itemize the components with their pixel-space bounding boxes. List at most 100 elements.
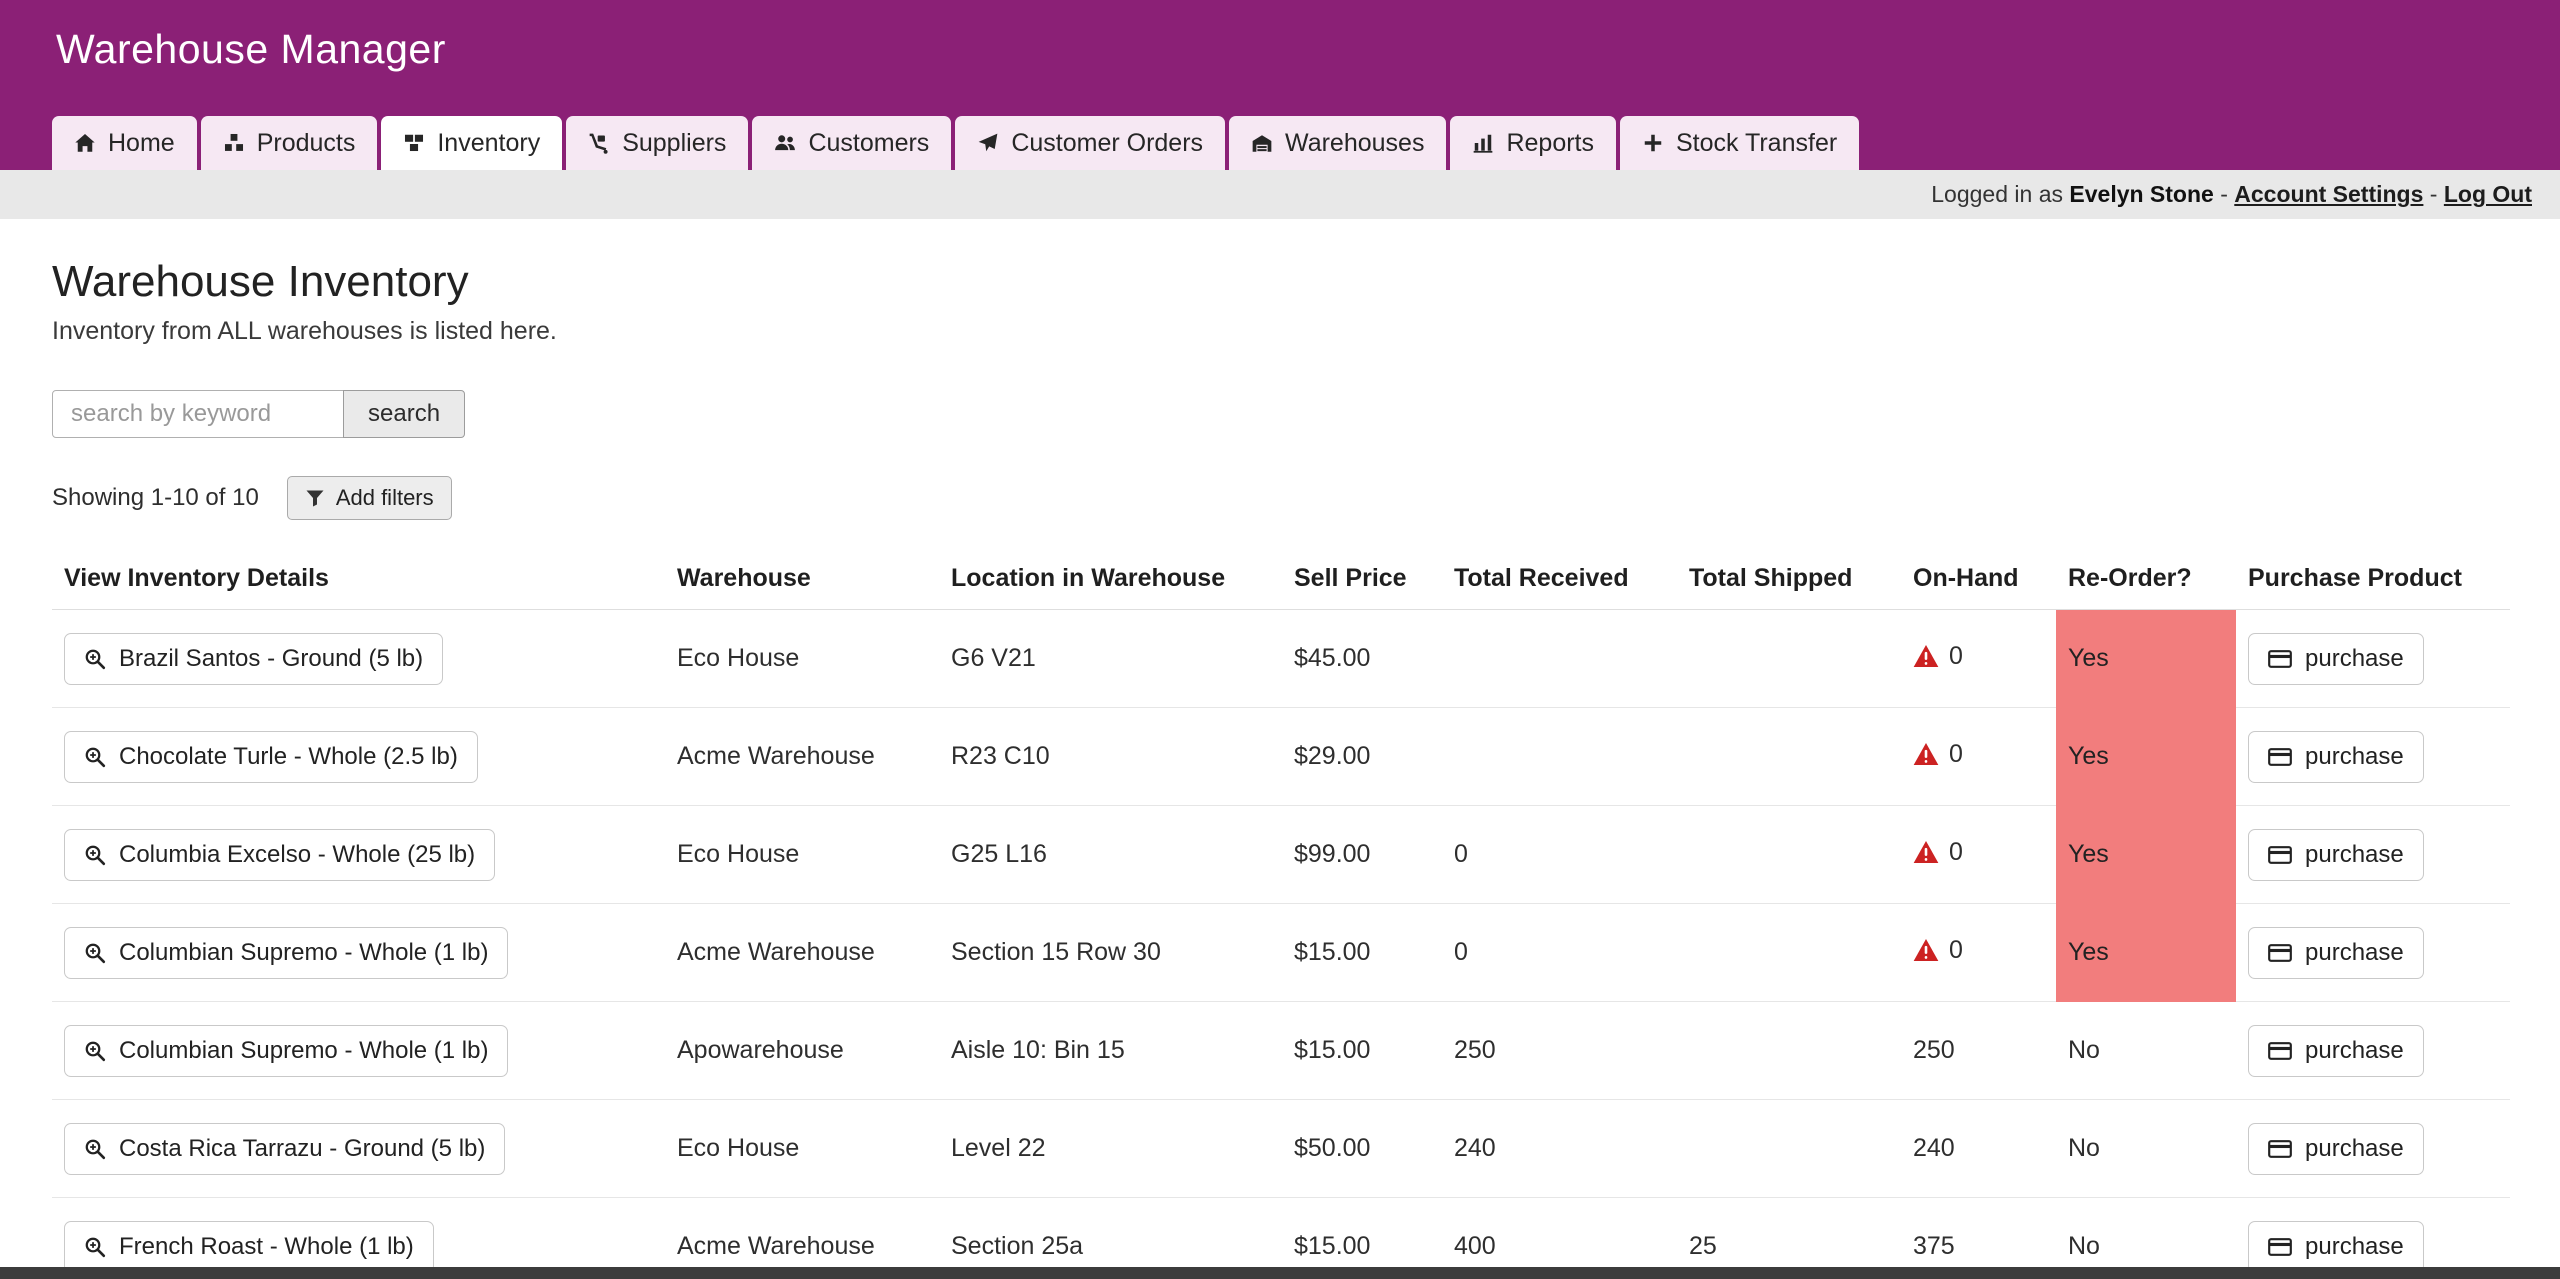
tab-inventory[interactable]: Inventory (381, 116, 562, 170)
list-controls: Showing 1-10 of 10 Add filters (52, 476, 2522, 520)
purchase-button[interactable]: purchase (2248, 633, 2424, 685)
col-header-purchase: Purchase Product (2236, 546, 2510, 610)
tab-stock-transfer[interactable]: Stock Transfer (1620, 116, 1859, 170)
low-stock-warning-icon (1913, 644, 1939, 668)
tab-customers-label: Customers (808, 129, 929, 158)
total-shipped-cell (1677, 1002, 1901, 1100)
magnifier-zoom-icon (84, 648, 106, 670)
product-name: Brazil Santos - Ground (5 lb) (119, 645, 423, 673)
purchase-cell: purchase (2236, 1002, 2510, 1100)
view-inventory-details-button[interactable]: Columbian Supremo - Whole (1 lb) (64, 927, 508, 979)
warehouse-cell: Eco House (665, 1100, 939, 1198)
inventory-table-body: Brazil Santos - Ground (5 lb) Eco House … (52, 610, 2510, 1279)
col-header-total-shipped: Total Shipped (1677, 546, 1901, 610)
reorder-cell: Yes (2056, 708, 2236, 806)
inventory-row: Columbian Supremo - Whole (1 lb) Acme Wa… (52, 904, 2510, 1002)
add-filters-label: Add filters (336, 485, 434, 511)
product-name: Columbian Supremo - Whole (1 lb) (119, 1037, 488, 1065)
on-hand-value: 240 (1913, 1134, 1955, 1163)
add-filters-button[interactable]: Add filters (287, 476, 452, 520)
col-header-location: Location in Warehouse (939, 546, 1282, 610)
tab-home[interactable]: Home (52, 116, 197, 170)
on-hand-cell: 0 (1901, 610, 2056, 708)
total-shipped-cell (1677, 708, 1901, 806)
magnifier-zoom-icon (84, 1236, 106, 1258)
warehouse-icon (1251, 132, 1273, 154)
sell-price-cell: $50.00 (1282, 1100, 1442, 1198)
col-header-total-received: Total Received (1442, 546, 1677, 610)
purchase-cell: purchase (2236, 708, 2510, 806)
warehouse-cell: Acme Warehouse (665, 708, 939, 806)
filter-funnel-icon (305, 488, 325, 508)
magnifier-zoom-icon (84, 1138, 106, 1160)
view-inventory-details-button[interactable]: Brazil Santos - Ground (5 lb) (64, 633, 443, 685)
tab-products-label: Products (257, 129, 356, 158)
purchase-button[interactable]: purchase (2248, 927, 2424, 979)
purchase-button-label: purchase (2305, 743, 2404, 771)
table-header-row: View Inventory Details Warehouse Locatio… (52, 546, 2510, 610)
page-bottom-strip (0, 1267, 2560, 1279)
log-out-link[interactable]: Log Out (2444, 181, 2532, 207)
paper-plane-icon (977, 132, 999, 154)
on-hand-cell: 0 (1901, 904, 2056, 1002)
purchase-button[interactable]: purchase (2248, 829, 2424, 881)
magnifier-zoom-icon (84, 746, 106, 768)
view-inventory-details-button[interactable]: Chocolate Turle - Whole (2.5 lb) (64, 731, 478, 783)
tab-reports[interactable]: Reports (1450, 116, 1616, 170)
account-settings-link[interactable]: Account Settings (2234, 181, 2423, 207)
low-stock-warning-icon (1913, 742, 1939, 766)
location-cell: Section 15 Row 30 (939, 904, 1282, 1002)
product-cell: Columbia Excelso - Whole (25 lb) (52, 806, 665, 904)
sell-price-cell: $15.00 (1282, 904, 1442, 1002)
location-cell: R23 C10 (939, 708, 1282, 806)
page-subtitle: Inventory from ALL warehouses is listed … (52, 317, 2522, 346)
search-button[interactable]: search (343, 390, 465, 438)
page-title: Warehouse Inventory (52, 257, 2522, 307)
col-header-reorder: Re-Order? (2056, 546, 2236, 610)
tab-products[interactable]: Products (201, 116, 378, 170)
view-inventory-details-button[interactable]: Columbia Excelso - Whole (25 lb) (64, 829, 495, 881)
total-received-cell: 0 (1442, 806, 1677, 904)
product-name: Chocolate Turle - Whole (2.5 lb) (119, 743, 458, 771)
purchase-cell: purchase (2236, 610, 2510, 708)
magnifier-zoom-icon (84, 844, 106, 866)
tab-customers[interactable]: Customers (752, 116, 951, 170)
view-inventory-details-button[interactable]: French Roast - Whole (1 lb) (64, 1221, 434, 1273)
location-cell: Aisle 10: Bin 15 (939, 1002, 1282, 1100)
search-input[interactable] (52, 390, 344, 438)
sell-price-cell: $45.00 (1282, 610, 1442, 708)
view-inventory-details-button[interactable]: Costa Rica Tarrazu - Ground (5 lb) (64, 1123, 505, 1175)
col-header-sell-price: Sell Price (1282, 546, 1442, 610)
tab-warehouses[interactable]: Warehouses (1229, 116, 1446, 170)
total-received-cell (1442, 708, 1677, 806)
tab-customer-orders[interactable]: Customer Orders (955, 116, 1225, 170)
purchase-button[interactable]: purchase (2248, 1123, 2424, 1175)
location-cell: Level 22 (939, 1100, 1282, 1198)
purchase-button-label: purchase (2305, 939, 2404, 967)
product-cell: Chocolate Turle - Whole (2.5 lb) (52, 708, 665, 806)
product-cell: Brazil Santos - Ground (5 lb) (52, 610, 665, 708)
on-hand-value: 0 (1949, 740, 1963, 769)
credit-card-icon (2268, 1139, 2292, 1159)
separator: - (2220, 181, 2228, 207)
purchase-button[interactable]: purchase (2248, 731, 2424, 783)
separator: - (2430, 181, 2438, 207)
purchase-button[interactable]: purchase (2248, 1221, 2424, 1273)
purchase-cell: purchase (2236, 1100, 2510, 1198)
bar-chart-icon (1472, 132, 1494, 154)
warehouse-cell: Eco House (665, 610, 939, 708)
tab-warehouses-label: Warehouses (1285, 129, 1424, 158)
purchase-button[interactable]: purchase (2248, 1025, 2424, 1077)
reorder-cell: No (2056, 1100, 2236, 1198)
tab-suppliers[interactable]: Suppliers (566, 116, 748, 170)
sell-price-cell: $29.00 (1282, 708, 1442, 806)
credit-card-icon (2268, 845, 2292, 865)
product-name: Columbia Excelso - Whole (25 lb) (119, 841, 475, 869)
credit-card-icon (2268, 943, 2292, 963)
reorder-cell: Yes (2056, 610, 2236, 708)
purchase-button-label: purchase (2305, 841, 2404, 869)
total-received-cell (1442, 610, 1677, 708)
view-inventory-details-button[interactable]: Columbian Supremo - Whole (1 lb) (64, 1025, 508, 1077)
purchase-cell: purchase (2236, 806, 2510, 904)
on-hand-cell: 240 (1901, 1100, 2056, 1198)
